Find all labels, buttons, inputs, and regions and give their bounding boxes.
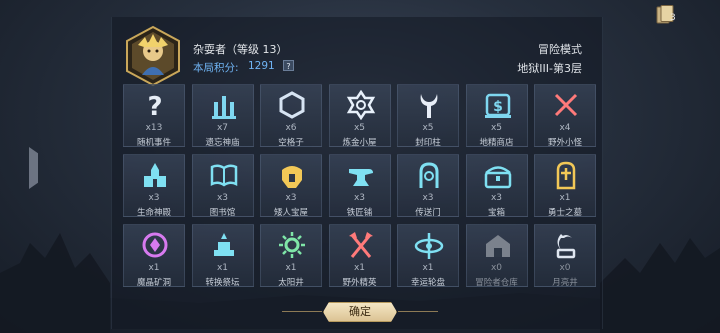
game-mode: 冒险模式 [538, 43, 582, 56]
location-label: 魔晶矿洞 [136, 278, 171, 288]
location-label: 冒险者仓库 [475, 278, 518, 288]
location-tile[interactable]: x1 太阳井 [260, 224, 322, 288]
warehouse-icon [482, 230, 514, 260]
location-count: x5 [353, 123, 366, 133]
location-tile[interactable]: $ x5 地精商店 [465, 84, 528, 148]
svg-text:$: $ [493, 99, 503, 115]
location-count: x1 [148, 263, 160, 273]
cards-count: 3 [670, 13, 676, 23]
location-tile[interactable]: x6 空格子 [260, 84, 322, 148]
location-label: 矮人宝屋 [273, 208, 308, 218]
location-tile[interactable]: x1 勇士之墓 [534, 154, 596, 218]
altar-icon [208, 230, 240, 260]
location-tile[interactable]: ? x13 随机事件 [123, 84, 185, 148]
location-tile[interactable]: x3 铁匠铺 [328, 154, 391, 218]
side-drawer-tab[interactable] [29, 147, 38, 189]
location-count: x3 [285, 193, 297, 203]
location-count: x4 [559, 123, 571, 133]
location-count: x5 [422, 123, 434, 133]
anvil-icon [345, 160, 377, 190]
location-tile[interactable]: x3 传送门 [397, 154, 459, 218]
seal-pillar-icon [413, 90, 445, 120]
player-avatar [122, 25, 184, 87]
location-label: 图书馆 [209, 208, 236, 218]
location-count: x1 [285, 263, 297, 273]
location-count: x1 [559, 193, 571, 203]
crossed-swords-icon [550, 90, 582, 120]
location-tile[interactable]: x5 封印柱 [397, 84, 459, 148]
location-tile[interactable]: x1 幸运轮盘 [397, 224, 459, 288]
location-count: x3 [148, 193, 160, 203]
location-label: 月亮井 [552, 278, 578, 288]
location-tile[interactable]: x4 野外小怪 [534, 84, 596, 148]
location-tile[interactable]: x5 炼金小屋 [328, 84, 391, 148]
floor-indicator: 地狱III-第3层 [517, 62, 582, 75]
location-tile[interactable]: x0 月亮井 [534, 224, 596, 288]
location-label: 封印柱 [415, 138, 441, 148]
moon-well-icon [550, 230, 582, 260]
location-label: 幸运轮盘 [410, 278, 445, 288]
svg-text:?: ? [147, 92, 162, 120]
score-label: 本局积分: [193, 62, 239, 74]
location-tile[interactable]: x3 宝箱 [465, 154, 528, 218]
location-count: x1 [216, 263, 229, 273]
location-label: 转换祭坛 [205, 278, 240, 288]
location-label: 生命神殿 [136, 208, 171, 218]
help-icon[interactable]: ? [283, 60, 294, 71]
location-tile[interactable]: x1 转换祭坛 [191, 224, 254, 288]
location-count: x0 [559, 263, 571, 273]
location-count: x1 [353, 263, 366, 273]
location-tile[interactable]: x3 图书馆 [191, 154, 254, 218]
confirm-deco-right [398, 311, 438, 312]
location-tile[interactable]: x7 遗忘神庙 [191, 84, 254, 148]
location-count: x3 [422, 193, 434, 203]
portal-icon [413, 160, 445, 190]
location-label: 遗忘神庙 [205, 138, 240, 148]
location-label: 勇士之墓 [547, 208, 582, 218]
question-icon: ? [139, 90, 171, 122]
hexagon-icon [276, 90, 308, 120]
confirm-button[interactable]: 确定 [323, 302, 397, 322]
location-label: 传送门 [415, 208, 441, 218]
tomb-icon [550, 160, 582, 190]
location-count: x1 [422, 263, 434, 273]
location-label: 地精商店 [479, 138, 514, 148]
chest-icon [482, 160, 514, 190]
temple-icon [208, 90, 240, 120]
location-tile[interactable]: x3 矮人宝屋 [260, 154, 322, 218]
location-label: 空格子 [278, 138, 304, 148]
location-count: x3 [353, 193, 366, 203]
elite-axes-icon [345, 230, 377, 260]
location-label: 野外小怪 [547, 138, 582, 148]
location-count: x6 [285, 123, 297, 133]
location-count: x3 [216, 193, 229, 203]
player-name-level: 杂耍者（等级 13） [193, 43, 288, 56]
location-label: 铁匠铺 [346, 208, 373, 218]
location-tile[interactable]: x3 生命神殿 [123, 154, 185, 218]
location-label: 炼金小屋 [342, 138, 377, 148]
location-label: 随机事件 [136, 138, 171, 148]
life-shrine-icon [139, 160, 171, 190]
confirm-deco-left [282, 311, 322, 312]
sun-well-icon [276, 230, 308, 260]
score-value: 1291 [248, 60, 275, 72]
location-count: x5 [490, 123, 503, 133]
location-count: x13 [145, 123, 163, 133]
roulette-icon [413, 230, 445, 260]
location-tile[interactable]: x1 魔晶矿洞 [123, 224, 185, 288]
alchemy-icon [345, 89, 377, 121]
location-label: 野外精英 [342, 278, 377, 288]
location-tile[interactable]: x1 野外精英 [328, 224, 391, 288]
location-label: 宝箱 [487, 208, 505, 218]
location-count: x0 [490, 263, 503, 273]
dwarf-helmet-icon [276, 160, 308, 190]
location-count: x7 [216, 123, 229, 133]
shop-icon: $ [482, 90, 514, 120]
location-count: x3 [490, 193, 503, 203]
location-label: 太阳井 [278, 278, 304, 288]
library-icon [208, 160, 240, 190]
crystal-mine-icon [139, 230, 171, 260]
location-tile[interactable]: x0 冒险者仓库 [465, 224, 528, 288]
